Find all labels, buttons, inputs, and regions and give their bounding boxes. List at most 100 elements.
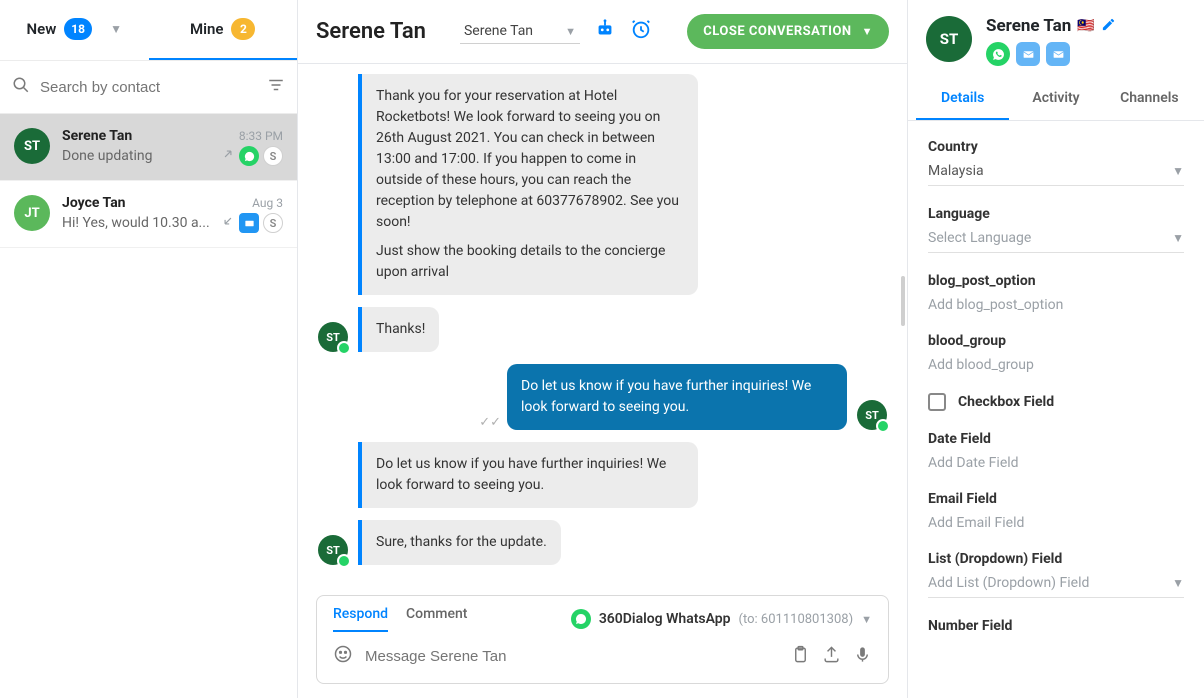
message-row: ST Thanks!	[318, 307, 887, 352]
field-input[interactable]: Add blog_post_option	[928, 297, 1184, 313]
assignee-badge: S	[263, 146, 283, 166]
profile-avatar: ST	[926, 16, 972, 62]
chevron-down-icon: ▼	[861, 613, 872, 626]
direction-arrow-icon	[221, 214, 235, 232]
field-value: Malaysia	[928, 163, 984, 179]
chevron-down-icon: ▼	[110, 22, 122, 36]
message-input[interactable]	[365, 648, 779, 665]
field-label: blog_post_option	[928, 273, 1184, 289]
search-input[interactable]	[40, 79, 267, 96]
whatsapp-icon	[239, 146, 259, 166]
tab-label: Mine	[190, 20, 223, 38]
whatsapp-dot-icon	[337, 341, 351, 355]
profile-field: Date Field Add Date Field	[928, 431, 1184, 471]
chevron-down-icon: ▼	[1172, 231, 1184, 245]
contact-avatar: ST	[14, 128, 50, 164]
message-row: Thank you for your reservation at Hotel …	[318, 74, 887, 295]
field-select[interactable]: Malaysia▼	[928, 163, 1184, 186]
field-input[interactable]: Add Date Field	[928, 455, 1184, 471]
contact-name: Serene Tan	[62, 128, 132, 144]
contact-time: Aug 3	[252, 196, 283, 210]
message-bubble: Do let us know if you have further inqui…	[358, 442, 698, 508]
field-label: Checkbox Field	[958, 394, 1054, 410]
message-text: Thank you for your reservation at Hotel …	[376, 86, 684, 233]
field-input[interactable]: Add Email Field	[928, 515, 1184, 531]
profile-field: Country Malaysia▼	[928, 139, 1184, 186]
contact-item[interactable]: JT Joyce Tan Aug 3 Hi! Yes, would 10.30 …	[0, 181, 297, 248]
whatsapp-channel-icon[interactable]	[986, 42, 1010, 66]
assignee-select[interactable]: Serene Tan ▼	[460, 19, 580, 44]
field-placeholder: Add Date Field	[928, 455, 1019, 471]
message-row: ✓✓ Do let us know if you have further inq…	[318, 364, 887, 430]
profile-field: Language Select Language ▼	[928, 206, 1184, 253]
composer-channel-select[interactable]: 360Dialog WhatsApp (to: 601110801308) ▼	[571, 609, 872, 629]
clipboard-icon[interactable]	[791, 645, 810, 669]
search-icon	[12, 76, 30, 98]
contact-item[interactable]: ST Serene Tan 8:33 PM Done updating S	[0, 114, 297, 181]
channel-to: (to: 601110801308)	[739, 612, 854, 627]
field-placeholder: Add Email Field	[928, 515, 1024, 531]
contact-time: 8:33 PM	[239, 129, 283, 143]
email-channel-icon[interactable]	[1016, 42, 1040, 66]
right-tab-channels[interactable]: Channels	[1103, 78, 1196, 120]
message-avatar: ST	[318, 322, 348, 352]
read-check-icon: ✓✓	[479, 415, 501, 430]
message-bubble: Do let us know if you have further inqui…	[507, 364, 847, 430]
sidebar-tab-mine[interactable]: Mine 2	[149, 0, 298, 60]
snooze-icon[interactable]	[630, 18, 652, 45]
checkbox-input[interactable]	[928, 393, 946, 411]
composer-tab-comment[interactable]: Comment	[406, 606, 467, 632]
field-select[interactable]: Select Language ▼	[928, 230, 1184, 253]
chevron-down-icon: ▼	[1172, 576, 1184, 590]
field-label: List (Dropdown) Field	[928, 551, 1184, 567]
channel-name: 360Dialog WhatsApp	[599, 611, 731, 627]
edit-icon[interactable]	[1101, 17, 1116, 36]
contact-name: Joyce Tan	[62, 195, 126, 211]
message-bubble: Thanks!	[358, 307, 439, 352]
field-label: blood_group	[928, 333, 1184, 349]
message-row: Do let us know if you have further inqui…	[318, 442, 887, 508]
field-select[interactable]: Add List (Dropdown) Field ▼	[928, 575, 1184, 598]
tab-count-badge: 18	[64, 18, 92, 40]
conversation-title: Serene Tan	[316, 19, 426, 44]
direction-arrow-icon	[221, 147, 235, 165]
profile-field: List (Dropdown) Field Add List (Dropdown)…	[928, 551, 1184, 598]
email-channel-icon-2[interactable]	[1046, 42, 1070, 66]
whatsapp-icon	[571, 609, 591, 629]
scrollbar-thumb[interactable]	[901, 276, 905, 326]
emoji-icon[interactable]	[333, 644, 353, 669]
message-avatar: ST	[318, 535, 348, 565]
message-row: ST Sure, thanks for the update.	[318, 520, 887, 565]
field-placeholder: Add List (Dropdown) Field	[928, 575, 1089, 591]
composer-tab-respond[interactable]: Respond	[333, 606, 388, 632]
microphone-icon[interactable]	[853, 645, 872, 669]
whatsapp-dot-icon	[876, 419, 890, 433]
field-label: Country	[928, 139, 1184, 155]
whatsapp-dot-icon	[337, 554, 351, 568]
country-flag: 🇲🇾	[1077, 18, 1094, 34]
field-placeholder: Select Language	[928, 230, 1031, 246]
bot-icon[interactable]	[594, 18, 616, 45]
upload-icon[interactable]	[822, 645, 841, 669]
right-tab-details[interactable]: Details	[916, 78, 1009, 120]
message-text: Just show the booking details to the con…	[376, 241, 684, 283]
message-bubble: Sure, thanks for the update.	[358, 520, 561, 565]
field-label: Language	[928, 206, 1184, 222]
right-tab-activity[interactable]: Activity	[1009, 78, 1102, 120]
field-label: Number Field	[928, 618, 1184, 634]
profile-field: Number Field	[928, 618, 1184, 634]
chevron-down-icon: ▼	[862, 25, 873, 38]
email-icon	[239, 213, 259, 233]
filter-icon[interactable]	[267, 76, 285, 98]
field-placeholder: Add blog_post_option	[928, 297, 1063, 313]
sidebar-tab-new[interactable]: New 18 ▼	[0, 0, 149, 60]
message-text: Sure, thanks for the update.	[376, 532, 547, 553]
field-placeholder: Add blood_group	[928, 357, 1034, 373]
profile-field: Email FieldAdd Email Field	[928, 491, 1184, 531]
contact-preview: Done updating	[62, 148, 215, 164]
contact-avatar: JT	[14, 195, 50, 231]
message-bubble: Thank you for your reservation at Hotel …	[358, 74, 698, 295]
field-label: Date Field	[928, 431, 1184, 447]
close-conversation-button[interactable]: CLOSE CONVERSATION ▼	[687, 14, 889, 49]
field-input[interactable]: Add blood_group	[928, 357, 1184, 373]
